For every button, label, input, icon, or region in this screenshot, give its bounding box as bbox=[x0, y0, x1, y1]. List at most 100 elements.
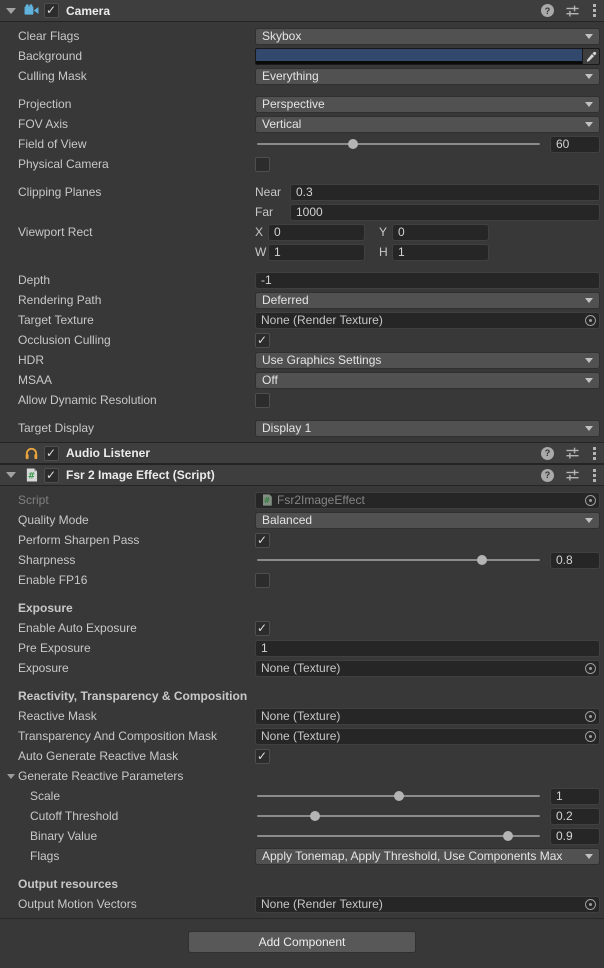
text-input[interactable]: 0.3 bbox=[290, 184, 600, 201]
dropdown-use-graphics-settings[interactable]: Use Graphics Settings bbox=[255, 352, 600, 369]
eyedropper-icon[interactable] bbox=[582, 49, 599, 64]
component-enabled-checkbox[interactable] bbox=[44, 446, 59, 461]
slider-value-text: 0.2 bbox=[556, 809, 573, 823]
dropdown-off[interactable]: Off bbox=[255, 372, 600, 389]
text-input[interactable]: 0 bbox=[268, 224, 365, 241]
dropdown-value: Off bbox=[262, 373, 585, 387]
dropdown-skybox[interactable]: Skybox bbox=[255, 28, 600, 45]
slider-track-area[interactable] bbox=[255, 808, 542, 824]
slider-track-area[interactable] bbox=[255, 788, 542, 804]
object-picker-icon[interactable] bbox=[585, 711, 596, 722]
slider-value-input[interactable]: 1 bbox=[550, 788, 600, 805]
field-label: Perform Sharpen Pass bbox=[18, 533, 255, 547]
field-label: Enable FP16 bbox=[18, 573, 255, 587]
checkbox-checked[interactable] bbox=[255, 749, 270, 764]
checkbox-checked[interactable] bbox=[255, 533, 270, 548]
dropdown-apply-tonemap-apply-threshold-use-components-max[interactable]: Apply Tonemap, Apply Threshold, Use Comp… bbox=[255, 848, 600, 865]
slider-handle[interactable] bbox=[310, 811, 320, 821]
checkbox-checked[interactable] bbox=[255, 333, 270, 348]
component-enabled-checkbox[interactable] bbox=[44, 3, 59, 18]
slider-value-input[interactable]: 60 bbox=[550, 136, 600, 153]
help-icon[interactable] bbox=[541, 447, 554, 460]
control-zone: Display 1 bbox=[255, 420, 600, 437]
checkbox-unchecked[interactable] bbox=[255, 573, 270, 588]
slider-track-area[interactable] bbox=[255, 828, 542, 844]
object-field[interactable]: None (Texture) bbox=[255, 728, 600, 745]
row-projection: ProjectionPerspective bbox=[0, 94, 604, 114]
dropdown-value: Display 1 bbox=[262, 421, 585, 435]
object-field[interactable]: None (Render Texture) bbox=[255, 896, 600, 913]
object-picker-icon[interactable] bbox=[585, 315, 596, 326]
text-input[interactable]: 1 bbox=[255, 640, 600, 657]
object-picker-icon[interactable] bbox=[585, 731, 596, 742]
field-prefix-label: Far bbox=[255, 205, 290, 219]
row-cutoff-threshold: Cutoff Threshold0.2 bbox=[0, 806, 604, 826]
color-swatch[interactable] bbox=[255, 48, 600, 65]
kebab-menu-icon[interactable] bbox=[591, 3, 598, 18]
presets-icon[interactable] bbox=[565, 468, 580, 482]
kebab-dot bbox=[593, 474, 596, 477]
object-field[interactable]: None (Texture) bbox=[255, 708, 600, 725]
dropdown-display-1[interactable]: Display 1 bbox=[255, 420, 600, 437]
field-label: Scale bbox=[18, 789, 255, 803]
field-label: Binary Value bbox=[18, 829, 255, 843]
slider-handle[interactable] bbox=[477, 555, 487, 565]
control-zone: Deferred bbox=[255, 292, 600, 309]
help-icon[interactable] bbox=[541, 469, 554, 482]
vector-component-label: W bbox=[255, 245, 268, 259]
control-zone: #Fsr2ImageEffect bbox=[255, 492, 600, 509]
text-input[interactable]: 1000 bbox=[290, 204, 600, 221]
kebab-menu-icon[interactable] bbox=[591, 468, 598, 483]
slider-value-input[interactable]: 0.2 bbox=[550, 808, 600, 825]
chevron-down-icon bbox=[585, 518, 593, 523]
slider-value-text: 60 bbox=[556, 137, 569, 151]
row-spacer bbox=[0, 678, 604, 686]
dropdown-balanced[interactable]: Balanced bbox=[255, 512, 600, 529]
dropdown-value: Everything bbox=[262, 69, 585, 83]
slider-handle[interactable] bbox=[394, 791, 404, 801]
component-enabled-checkbox[interactable] bbox=[44, 468, 59, 483]
dropdown-perspective[interactable]: Perspective bbox=[255, 96, 600, 113]
presets-icon[interactable] bbox=[565, 446, 580, 460]
checkbox-unchecked[interactable] bbox=[255, 157, 270, 172]
text-input[interactable]: 1 bbox=[392, 244, 489, 261]
field-label: Clear Flags bbox=[18, 29, 255, 43]
text-input[interactable]: 0 bbox=[392, 224, 489, 241]
dropdown-vertical[interactable]: Vertical bbox=[255, 116, 600, 133]
object-picker-icon[interactable] bbox=[585, 663, 596, 674]
slider-track-area[interactable] bbox=[255, 552, 542, 568]
field-label: Depth bbox=[18, 273, 255, 287]
slider-value-input[interactable]: 0.8 bbox=[550, 552, 600, 569]
text-input[interactable]: -1 bbox=[255, 272, 600, 289]
slider-handle[interactable] bbox=[348, 139, 358, 149]
help-icon[interactable] bbox=[541, 4, 554, 17]
slider-track-area[interactable] bbox=[255, 136, 542, 152]
dropdown-everything[interactable]: Everything bbox=[255, 68, 600, 85]
object-field[interactable]: None (Texture) bbox=[255, 660, 600, 677]
row-enable-fp16: Enable FP16 bbox=[0, 570, 604, 590]
text-input[interactable]: 1 bbox=[268, 244, 365, 261]
presets-icon[interactable] bbox=[565, 4, 580, 18]
kebab-menu-icon[interactable] bbox=[591, 446, 598, 461]
object-field[interactable]: None (Render Texture) bbox=[255, 312, 600, 329]
dropdown-deferred[interactable]: Deferred bbox=[255, 292, 600, 309]
row-binary-value: Binary Value 0.9 bbox=[0, 826, 604, 846]
checkbox-unchecked[interactable] bbox=[255, 393, 270, 408]
component-title: Audio Listener bbox=[66, 446, 150, 460]
control-zone: Use Graphics Settings bbox=[255, 352, 600, 369]
object-field[interactable]: #Fsr2ImageEffect bbox=[255, 492, 600, 509]
object-picker-icon[interactable] bbox=[585, 495, 596, 506]
foldout-arrow-icon[interactable] bbox=[4, 472, 18, 478]
field-label: Background bbox=[18, 49, 255, 63]
add-component-button[interactable]: Add Component bbox=[188, 931, 416, 953]
slider-control: 1 bbox=[255, 788, 600, 805]
slider-value-input[interactable]: 0.9 bbox=[550, 828, 600, 845]
object-picker-icon[interactable] bbox=[585, 899, 596, 910]
foldout-arrow-icon[interactable] bbox=[4, 8, 18, 14]
row-output-motion-vectors: Output Motion VectorsNone (Render Textur… bbox=[0, 894, 604, 914]
foldout-arrow-icon[interactable] bbox=[4, 774, 18, 779]
checkbox-checked[interactable] bbox=[255, 621, 270, 636]
slider-handle[interactable] bbox=[503, 831, 513, 841]
foldout-generate-reactive-parameters[interactable]: Generate Reactive Parameters bbox=[0, 766, 604, 786]
row-msaa: MSAAOff bbox=[0, 370, 604, 390]
